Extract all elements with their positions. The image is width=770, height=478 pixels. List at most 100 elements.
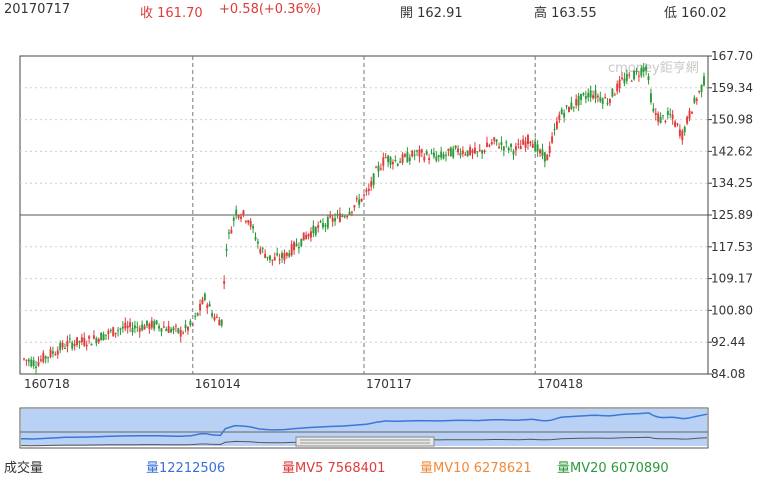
candle-body [558, 114, 561, 120]
candle-body [510, 143, 513, 148]
candle-body [322, 223, 324, 228]
candle-body [35, 366, 38, 369]
candle-body [206, 304, 209, 309]
candle-body [124, 322, 127, 329]
candle-body [604, 97, 607, 99]
candle-body [370, 181, 373, 187]
candle-body [249, 220, 252, 227]
candle-body [666, 111, 669, 115]
candle-body [633, 70, 636, 80]
candle-body [621, 77, 623, 80]
candle-body [657, 113, 660, 122]
candle-body [606, 103, 609, 105]
candle-body [529, 141, 532, 144]
candle-body [423, 156, 426, 161]
candle-body [387, 155, 390, 163]
candle-body [490, 142, 493, 145]
candle-body [317, 224, 320, 228]
candle-body [85, 344, 88, 347]
candle-body [587, 93, 590, 98]
candle-body [129, 322, 132, 328]
candle-body [577, 95, 580, 106]
y-tick-label: 109.17 [711, 272, 753, 286]
candle-body [61, 342, 64, 348]
candle-body [138, 328, 141, 332]
candle-body [611, 88, 614, 97]
candle-body [37, 362, 40, 366]
candle-body [95, 338, 98, 344]
price-chart[interactable]: cmoney鉅亨網 167.70159.34150.98142.62134.25… [0, 0, 770, 478]
candle-body [201, 299, 204, 305]
x-tick-label: 170418 [537, 377, 583, 391]
volume-mv5: 量MV5 7568401 [282, 461, 386, 476]
navigator-scroll-handle[interactable] [295, 436, 435, 447]
candle-body [165, 328, 168, 332]
volume-mv20: 量MV20 6070890 [557, 461, 669, 476]
candle-body [90, 343, 93, 346]
candle-body [51, 351, 54, 354]
candle-body [105, 334, 107, 336]
candle-body [121, 326, 124, 329]
candle-body [276, 253, 279, 256]
candle-body [68, 338, 71, 340]
candle-body [676, 123, 679, 125]
candle-body [389, 157, 392, 165]
candle-body [543, 152, 546, 162]
candle-body [247, 220, 250, 223]
candle-body [155, 320, 158, 325]
candle-body [681, 130, 684, 141]
candle-body [613, 94, 616, 96]
candle-body [596, 95, 599, 98]
candle-body [478, 149, 481, 151]
candle-body [59, 342, 62, 351]
candle-body [107, 330, 110, 334]
candle-body [162, 326, 165, 328]
candle-body [259, 248, 262, 254]
candle-body [88, 336, 91, 339]
candle-body [358, 199, 361, 205]
candle-body [319, 221, 322, 223]
navigator[interactable] [19, 407, 709, 449]
candle-body [524, 141, 527, 148]
candle-body [449, 147, 452, 157]
candle-body [117, 330, 120, 332]
candle-body [293, 242, 296, 251]
candle-body [645, 66, 648, 71]
candle-body [435, 156, 438, 161]
candle-body [66, 340, 69, 347]
y-tick-label: 159.34 [711, 81, 753, 95]
candle-body [112, 327, 115, 337]
candle-body [404, 154, 406, 157]
candle-body [254, 237, 257, 240]
candle-body [196, 312, 199, 316]
y-tick-label: 167.70 [711, 49, 753, 63]
candle-body [191, 324, 194, 326]
candle-body [268, 255, 271, 260]
candle-body [420, 149, 423, 153]
candle-body [469, 147, 472, 155]
candle-body [338, 213, 341, 222]
candle-body [662, 115, 664, 117]
candle-body [326, 217, 329, 228]
candle-body [693, 97, 696, 103]
candle-body [457, 148, 460, 153]
candle-body [476, 151, 479, 153]
candle-body [411, 150, 414, 157]
candle-body [244, 220, 247, 222]
candle-body [360, 198, 363, 202]
candle-body [447, 148, 450, 152]
candle-body [228, 232, 230, 234]
candle-body [199, 304, 201, 311]
candle-body [548, 146, 551, 153]
candle-body [367, 188, 370, 191]
candle-body [32, 360, 35, 367]
candle-body [170, 329, 173, 332]
candle-body [507, 147, 510, 151]
candle-body [39, 359, 42, 361]
candle-body [464, 154, 467, 156]
candle-body [555, 121, 558, 129]
candle-body [256, 241, 259, 244]
candle-body [211, 312, 214, 317]
candle-body [273, 257, 276, 261]
candle-body [172, 327, 175, 331]
